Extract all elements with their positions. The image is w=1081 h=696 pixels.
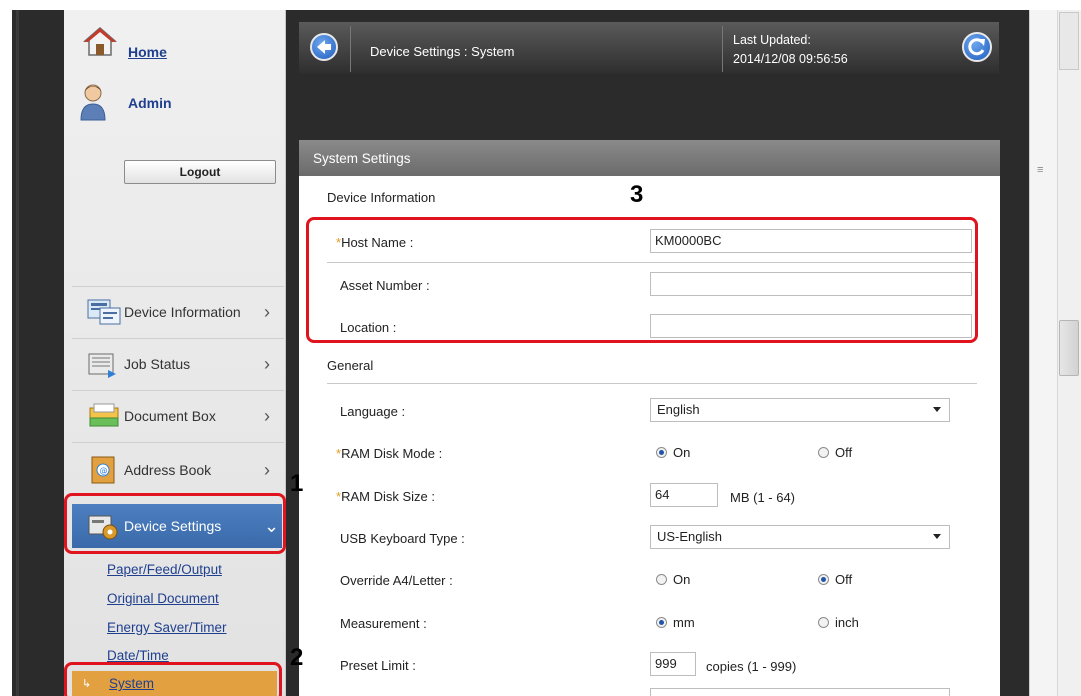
document-box-icon bbox=[89, 403, 119, 427]
nav-divider bbox=[72, 286, 284, 287]
ram-disk-mode-on-radio[interactable] bbox=[656, 447, 667, 458]
home-link[interactable]: Home bbox=[128, 44, 167, 60]
language-value: English bbox=[657, 402, 700, 417]
dropdown-arrow-icon bbox=[933, 407, 941, 412]
callout-number-3: 3 bbox=[630, 181, 644, 208]
measurement-label: Measurement : bbox=[340, 616, 427, 631]
breadcrumb: Device Settings : System bbox=[370, 44, 515, 59]
usb-keyboard-label: USB Keyboard Type : bbox=[340, 531, 465, 546]
nav-device-information[interactable]: Device Information › bbox=[72, 292, 282, 332]
measurement-inch-radio[interactable] bbox=[818, 617, 829, 628]
last-updated-value: 2014/12/08 09:56:56 bbox=[733, 52, 848, 66]
sublink-date-time[interactable]: Date/Time bbox=[107, 648, 169, 663]
arrow-left-icon bbox=[317, 40, 331, 54]
nav-address-book[interactable]: @ Address Book › bbox=[72, 450, 282, 490]
usb-keyboard-select[interactable]: US-English bbox=[650, 525, 950, 549]
nav-divider bbox=[72, 390, 284, 391]
scrollbar-track-top bbox=[1059, 12, 1079, 70]
ram-disk-size-label-text: RAM Disk Size : bbox=[341, 489, 435, 504]
ram-disk-size-input[interactable]: 64 bbox=[650, 483, 718, 507]
highlight-box-3 bbox=[306, 217, 978, 343]
top-margin bbox=[0, 0, 1081, 10]
language-label: Language : bbox=[340, 404, 406, 419]
back-button[interactable] bbox=[310, 33, 338, 61]
nav-label: Device Information bbox=[124, 304, 241, 320]
sublink-original-document[interactable]: Original Document bbox=[107, 591, 219, 606]
callout-number-1: 1 bbox=[290, 470, 304, 497]
dropdown-arrow-icon bbox=[933, 534, 941, 539]
section-divider bbox=[327, 383, 977, 384]
preset-limit-input[interactable]: 999 bbox=[650, 652, 696, 676]
admin-label: Admin bbox=[128, 95, 172, 111]
usb-keyboard-value: US-English bbox=[657, 529, 723, 544]
nav-label: Address Book bbox=[124, 462, 212, 478]
job-status-icon bbox=[88, 353, 116, 378]
measurement-inch-label: inch bbox=[835, 615, 859, 630]
language-select[interactable]: English bbox=[650, 398, 950, 422]
preset-limit-unit: copies (1 - 999) bbox=[706, 659, 797, 674]
measurement-mm-radio[interactable] bbox=[656, 617, 667, 628]
sublink-paper-feed-output[interactable]: Paper/Feed/Output bbox=[107, 562, 222, 577]
ram-disk-size-label: *RAM Disk Size : bbox=[336, 489, 435, 504]
chevron-right-icon: › bbox=[264, 353, 270, 374]
nav-divider bbox=[72, 442, 284, 443]
logout-button[interactable]: Logout bbox=[124, 160, 276, 184]
nav-label: Job Status bbox=[124, 356, 191, 372]
nav-job-status[interactable]: Job Status › bbox=[72, 344, 282, 384]
splitter-grip-icon[interactable]: ≡ bbox=[1037, 164, 1043, 176]
nav-divider bbox=[72, 338, 284, 339]
override-a4-on-radio[interactable] bbox=[656, 574, 667, 585]
last-updated-label: Last Updated: bbox=[733, 33, 811, 47]
panel-title-bar: System Settings bbox=[299, 140, 1000, 176]
override-a4-off-radio[interactable] bbox=[818, 574, 829, 585]
home-icon[interactable] bbox=[82, 24, 118, 60]
admin-avatar-icon bbox=[80, 84, 106, 121]
device-information-icon bbox=[87, 299, 121, 325]
refresh-button[interactable] bbox=[962, 32, 992, 62]
sublink-energy-saver-timer[interactable]: Energy Saver/Timer bbox=[107, 620, 227, 635]
left-margin bbox=[0, 10, 12, 696]
address-book-icon: @ bbox=[91, 456, 115, 484]
highlight-box-2 bbox=[64, 662, 282, 696]
override-a4-on-label: On bbox=[673, 572, 691, 587]
callout-number-2: 2 bbox=[290, 644, 304, 671]
chevron-right-icon: › bbox=[264, 301, 270, 322]
left-border bbox=[16, 10, 19, 696]
preset-limit-label: Preset Limit : bbox=[340, 658, 416, 673]
scrollbar-thumb[interactable] bbox=[1059, 320, 1079, 376]
ram-disk-size-unit: MB (1 - 64) bbox=[730, 490, 796, 505]
next-row-input[interactable] bbox=[650, 688, 950, 696]
ram-disk-mode-label: *RAM Disk Mode : bbox=[336, 446, 442, 461]
override-a4-label: Override A4/Letter : bbox=[340, 573, 453, 588]
svg-text:@: @ bbox=[100, 466, 108, 475]
chevron-right-icon: › bbox=[264, 459, 270, 480]
ram-disk-mode-off-radio[interactable] bbox=[818, 447, 829, 458]
panel-title: System Settings bbox=[313, 151, 411, 166]
section-device-information: Device Information bbox=[327, 190, 436, 205]
highlight-box-1 bbox=[64, 493, 286, 554]
ram-disk-mode-label-text: RAM Disk Mode : bbox=[341, 446, 443, 461]
nav-document-box[interactable]: Document Box › bbox=[72, 396, 282, 436]
override-a4-off-label: Off bbox=[835, 572, 853, 587]
header-divider bbox=[722, 26, 723, 72]
ram-disk-mode-on-label: On bbox=[673, 445, 691, 460]
refresh-icon bbox=[968, 38, 985, 56]
header-divider bbox=[350, 26, 351, 72]
measurement-mm-label: mm bbox=[673, 615, 695, 630]
chevron-right-icon: › bbox=[264, 405, 270, 426]
nav-label: Document Box bbox=[124, 408, 216, 424]
ram-disk-mode-off-label: Off bbox=[835, 445, 853, 460]
section-general: General bbox=[327, 358, 374, 373]
